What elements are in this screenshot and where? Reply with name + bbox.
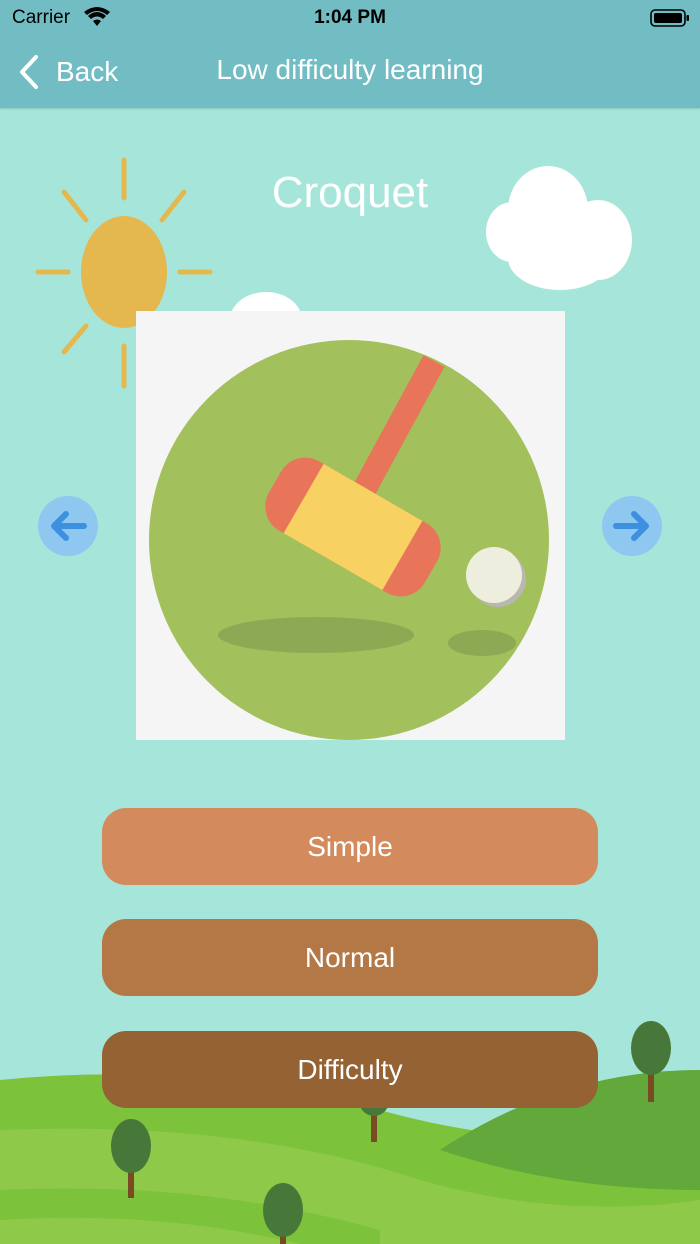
previous-button[interactable]	[38, 496, 98, 556]
status-bar: Carrier 1:04 PM	[0, 0, 700, 36]
battery-icon	[650, 9, 689, 27]
item-title: Croquet	[271, 168, 429, 217]
difficulty-button[interactable]: Difficulty	[102, 1031, 598, 1108]
simple-button[interactable]: Simple	[102, 808, 598, 885]
croquet-mallet-image	[136, 311, 565, 740]
navigation-bar: Carrier 1:04 PM Back Low difficulty lear…	[0, 0, 700, 108]
croquet-illustration	[149, 340, 549, 740]
next-button[interactable]	[602, 496, 662, 556]
arrow-right-icon	[613, 511, 649, 541]
clock: 1:04 PM	[314, 7, 386, 28]
page-title: Low difficulty learning	[216, 54, 484, 85]
nav-bar: Back Low difficulty learning	[0, 36, 700, 108]
normal-button[interactable]: Normal	[102, 919, 598, 996]
arrow-left-icon	[51, 511, 87, 541]
